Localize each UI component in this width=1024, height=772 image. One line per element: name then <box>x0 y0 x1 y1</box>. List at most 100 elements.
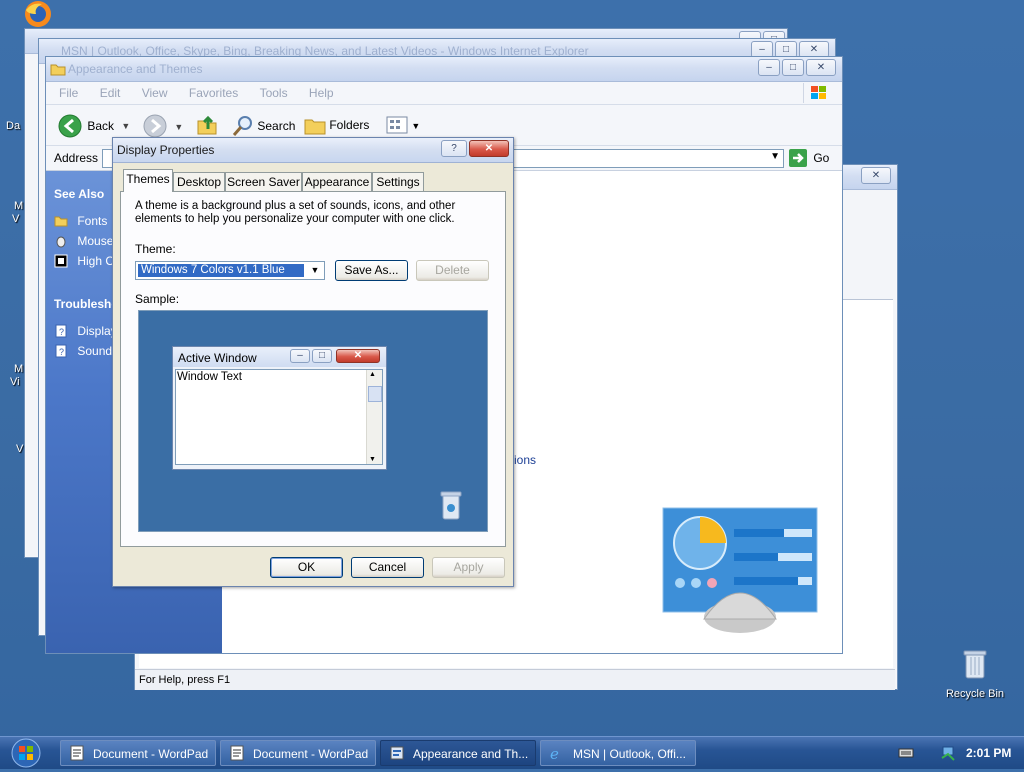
views-button[interactable]: ▼ <box>386 116 420 137</box>
sidebar-item-label: Fonts <box>77 213 108 228</box>
taskbar-item-appearance-themes[interactable]: Appearance and Th... <box>380 740 536 766</box>
delete-button[interactable]: Delete <box>416 260 489 281</box>
theme-sample-preview: Active Window – □ ✕ Window Text ▲ ▼ <box>138 310 488 532</box>
menu-bar: File Edit View Favorites Tools Help <box>46 82 842 105</box>
fonts-folder-icon <box>54 216 68 227</box>
tab-themes[interactable]: Themes <box>123 169 173 192</box>
address-label: Address <box>54 151 99 165</box>
folders-button[interactable]: Folders <box>304 115 369 135</box>
sample-minimize-icon: – <box>290 349 310 363</box>
sidebar-item-display[interactable]: ? Display <box>54 323 117 338</box>
sample-label: Sample: <box>135 292 180 306</box>
wordpad-status-bar: For Help, press F1 <box>135 669 895 690</box>
tab-appearance[interactable]: Appearance <box>302 172 372 191</box>
system-clock[interactable]: 2:01 PM <box>966 746 1011 760</box>
menu-file[interactable]: File <box>59 86 78 100</box>
help-button[interactable]: ? <box>441 140 467 157</box>
network-tray-icon[interactable] <box>940 744 958 765</box>
recycle-bin-desktop-icon[interactable]: Recycle Bin <box>940 648 1010 704</box>
sample-window-title: Active Window <box>178 351 257 365</box>
back-arrow-icon <box>58 114 82 138</box>
chevron-down-icon[interactable]: ▼ <box>307 263 323 278</box>
forward-arrow-icon <box>143 114 167 138</box>
mouse-icon <box>56 236 66 248</box>
display-properties-dialog[interactable]: Display Properties ? ✕ Themes Desktop Sc… <box>112 137 514 587</box>
desktop-partial-label: V <box>16 443 24 455</box>
explorer-titlebar[interactable]: Appearance and Themes – □ ✕ <box>46 57 842 82</box>
tab-screen-saver[interactable]: Screen Saver <box>225 172 302 191</box>
go-arrow-icon <box>789 149 807 167</box>
sidebar-item-mouse[interactable]: Mouse <box>54 233 113 248</box>
partial-link[interactable]: ions <box>514 453 536 467</box>
back-label: Back <box>87 119 115 133</box>
apply-button[interactable]: Apply <box>432 557 505 578</box>
menu-edit[interactable]: Edit <box>100 86 121 100</box>
back-button[interactable]: Back ▼ <box>58 114 130 138</box>
see-also-header: See Also <box>54 187 105 201</box>
svg-text:e: e <box>550 745 559 761</box>
svg-text:?: ? <box>59 327 64 337</box>
firefox-desktop-icon[interactable] <box>22 0 54 30</box>
troubleshooters-header: Troublesho <box>54 297 119 311</box>
tab-settings[interactable]: Settings <box>372 172 424 191</box>
sidebar-item-sound[interactable]: ? Sound <box>54 343 112 358</box>
taskbar-item-wordpad-2[interactable]: Document - WordPad <box>220 740 376 766</box>
tab-desktop[interactable]: Desktop <box>173 172 225 191</box>
menu-help[interactable]: Help <box>309 86 334 100</box>
close-button[interactable]: ✕ <box>806 59 836 76</box>
search-button[interactable]: Search <box>232 115 295 137</box>
folders-icon <box>304 119 326 135</box>
sample-close-icon: ✕ <box>336 349 380 363</box>
folders-label: Folders <box>329 118 370 132</box>
dialog-titlebar[interactable]: Display Properties ? ✕ <box>113 138 513 163</box>
sidebar-item-high-contrast[interactable]: High C <box>54 253 114 268</box>
high-contrast-icon <box>54 254 68 268</box>
recycle-bin-icon <box>963 650 987 679</box>
cancel-button[interactable]: Cancel <box>351 557 424 578</box>
folder-icon <box>50 64 66 76</box>
sample-window-text: Window Text <box>177 371 242 383</box>
go-button[interactable]: Go <box>789 149 829 167</box>
sample-maximize-icon: □ <box>312 349 332 363</box>
up-folder-button[interactable] <box>196 114 218 139</box>
wordpad-icon <box>230 745 244 761</box>
desktop-partial-label: Vi <box>10 376 20 388</box>
help-doc-icon: ? <box>55 344 67 358</box>
ok-button[interactable]: OK <box>270 557 343 578</box>
close-button[interactable]: ✕ <box>861 167 891 184</box>
keyboard-tray-icon[interactable] <box>898 747 914 762</box>
sidebar-item-label: Display <box>77 323 117 338</box>
recycle-bin-label: Recycle Bin <box>945 688 1005 700</box>
taskbar-item-wordpad-1[interactable]: Document - WordPad <box>60 740 216 766</box>
svg-text:?: ? <box>59 347 64 357</box>
taskbar-item-label: MSN | Outlook, Offi... <box>573 747 686 761</box>
theme-select-value: Windows 7 Colors v1.1 Blue <box>138 264 304 277</box>
start-button[interactable] <box>4 737 48 769</box>
menu-tools[interactable]: Tools <box>260 86 288 100</box>
minimize-button[interactable]: – <box>758 59 780 76</box>
taskbar-item-msn[interactable]: e MSN | Outlook, Offi... <box>540 740 696 766</box>
taskbar-item-label: Appearance and Th... <box>413 747 529 761</box>
desktop-partial-label: Da <box>6 120 21 132</box>
save-as-button[interactable]: Save As... <box>335 260 408 281</box>
search-icon <box>232 116 252 136</box>
taskbar-item-label: Document - WordPad <box>253 747 369 761</box>
sidebar-item-fonts[interactable]: Fonts <box>54 213 107 228</box>
maximize-button[interactable]: □ <box>782 59 804 76</box>
theme-label: Theme: <box>135 242 176 256</box>
theme-select[interactable]: Windows 7 Colors v1.1 Blue ▼ <box>135 261 325 280</box>
sample-recycle-bin-icon <box>440 491 462 520</box>
search-label: Search <box>257 119 296 133</box>
desktop-partial-label: V <box>12 213 20 225</box>
menu-favorites[interactable]: Favorites <box>189 86 238 100</box>
wordpad-icon <box>70 745 84 761</box>
taskbar: Document - WordPad Document - WordPad Ap… <box>0 736 1024 769</box>
views-icon <box>386 116 408 134</box>
menu-view[interactable]: View <box>142 86 168 100</box>
sample-window-body: Window Text ▲ ▼ <box>175 369 383 465</box>
desktop-partial-label: M <box>14 200 24 212</box>
desktop-partial-label: M <box>14 363 24 375</box>
taskbar-item-label: Document - WordPad <box>93 747 209 761</box>
windows-logo-icon <box>803 83 834 103</box>
dialog-close-button[interactable]: ✕ <box>469 140 509 157</box>
